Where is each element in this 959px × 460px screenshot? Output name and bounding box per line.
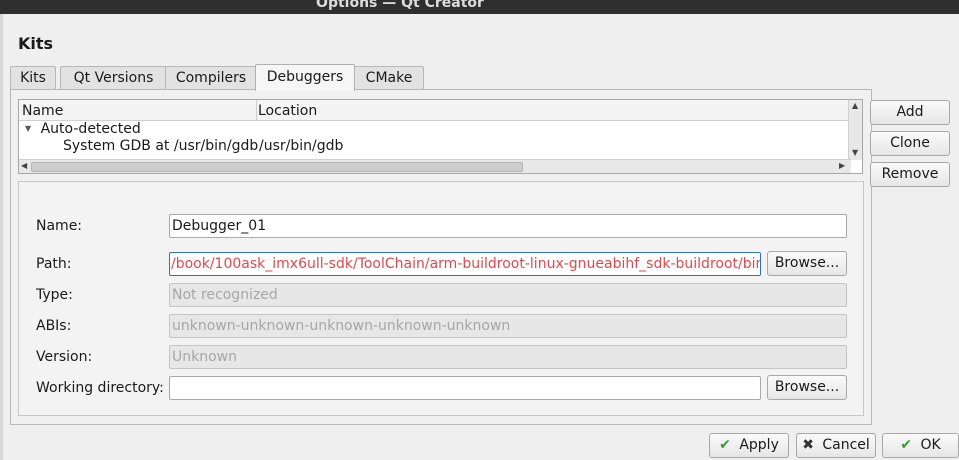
table-row[interactable]: System GDB at /usr/bin/gdb [63, 138, 258, 155]
clone-button[interactable]: Clone [870, 131, 950, 156]
debugger-tree[interactable]: Name Location ▼ Auto-detected System GDB… [18, 99, 863, 174]
scroll-left-arrow-icon[interactable]: ◀ [21, 161, 27, 171]
vertical-scrollbar[interactable]: ▲ ▼ [848, 100, 862, 160]
abis-field: unknown-unknown-unknown-unknown-unknown [169, 314, 847, 338]
path-field[interactable]: /book/100ask_imx6ull-sdk/ToolChain/arm-b… [169, 252, 761, 276]
check-icon: ✔ [900, 437, 913, 453]
type-field: Not recognized [169, 283, 847, 307]
tab-compilers[interactable]: Compilers [165, 66, 257, 90]
path-browse-button[interactable]: Browse... [767, 251, 847, 276]
debugger-name: System GDB at /usr/bin/gdb [63, 138, 259, 154]
horizontal-scrollbar[interactable]: ◀ ▶ [19, 159, 851, 173]
cancel-label: Cancel [822, 437, 870, 453]
add-button[interactable]: Add [870, 100, 950, 125]
apply-label: Apply [739, 437, 779, 453]
column-header-name[interactable]: Name [22, 100, 257, 120]
scroll-down-arrow-icon[interactable]: ▼ [852, 148, 858, 158]
window-edge [0, 14, 3, 460]
working-directory-browse-button[interactable]: Browse... [767, 375, 847, 400]
name-label: Name: [36, 218, 83, 234]
window-titlebar: Options — Qt Creator [0, 0, 959, 14]
column-header-location[interactable]: Location [258, 100, 317, 120]
table-row-location[interactable]: /usr/bin/gdb [259, 138, 343, 155]
abis-label: ABIs: [36, 318, 72, 334]
ok-button[interactable]: ✔ OK [882, 433, 959, 458]
working-directory-label: Working directory: [36, 380, 164, 396]
check-icon: ✔ [719, 437, 731, 453]
x-icon: ✖ [802, 437, 814, 453]
window-title: Options — Qt Creator [316, 0, 484, 11]
cancel-button[interactable]: ✖ Cancel [796, 433, 876, 458]
tree-header: Name Location [19, 100, 851, 121]
tab-cmake[interactable]: CMake [354, 66, 424, 90]
page-title: Kits [18, 34, 54, 53]
tab-debuggers[interactable]: Debuggers [255, 64, 355, 91]
group-label: Auto-detected [40, 121, 141, 137]
scroll-up-arrow-icon[interactable]: ▲ [852, 101, 858, 111]
version-label: Version: [36, 349, 93, 365]
remove-button[interactable]: Remove [870, 162, 950, 187]
tab-kits[interactable]: Kits [10, 66, 56, 90]
triangle-down-icon[interactable]: ▼ [25, 124, 31, 133]
scrollbar-thumb[interactable] [31, 162, 523, 172]
debugger-location: /usr/bin/gdb [259, 138, 344, 154]
version-field: Unknown [169, 345, 847, 369]
tab-qt-versions[interactable]: Qt Versions [60, 66, 167, 90]
type-label: Type: [36, 287, 73, 303]
ok-label: OK [920, 437, 941, 453]
tree-group-auto-detected[interactable]: ▼ Auto-detected [25, 121, 141, 138]
dialog-button-bar: ✔ Apply ✖ Cancel ✔ OK [0, 428, 959, 460]
scroll-right-arrow-icon[interactable]: ▶ [839, 161, 845, 171]
working-directory-field[interactable] [169, 376, 761, 400]
name-field[interactable] [169, 214, 847, 238]
apply-button[interactable]: ✔ Apply [709, 433, 789, 458]
path-label: Path: [36, 256, 72, 272]
